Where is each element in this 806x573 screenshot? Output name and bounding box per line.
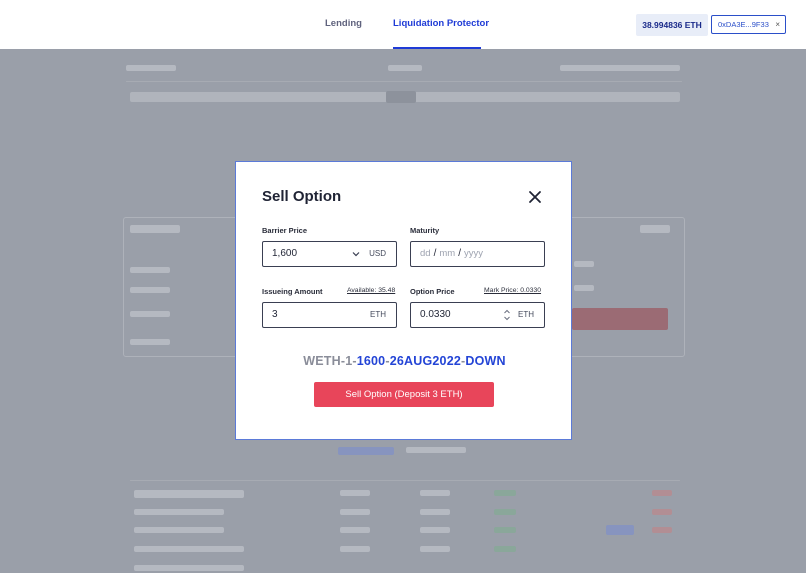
bg-strip	[560, 65, 680, 71]
issuing-amount-value: 3	[272, 309, 278, 320]
date-month: mm	[439, 248, 456, 259]
bg-strip	[652, 527, 672, 533]
option-price-unit: ETH	[518, 310, 534, 319]
maturity-label: Maturity	[410, 226, 440, 235]
bg-strip	[134, 546, 244, 552]
bg-strip	[494, 527, 516, 533]
top-nav: Lending Liquidation Protector 38.994836 …	[0, 0, 806, 49]
barrier-price-select[interactable]: 1,600 USD	[262, 241, 397, 267]
bg-divider	[130, 480, 680, 481]
sell-option-button[interactable]: Sell Option (Deposit 3 ETH)	[314, 382, 494, 407]
bg-strip	[130, 287, 170, 293]
bg-strip	[574, 285, 594, 291]
date-day: dd	[420, 248, 431, 259]
bg-strip	[126, 65, 176, 71]
bg-strip	[420, 546, 450, 552]
barrier-price-unit: USD	[369, 249, 386, 258]
bg-strip	[134, 509, 224, 515]
option-price-label: Option Price	[410, 287, 455, 296]
option-price-input[interactable]: 0.0330 ETH	[410, 302, 545, 328]
wallet-address: 0xDA3E...9F33	[718, 20, 769, 29]
bg-strip	[130, 311, 170, 317]
bg-strip	[338, 447, 394, 455]
active-tab-indicator	[393, 47, 481, 49]
bg-strip	[388, 65, 422, 71]
bg-strip	[386, 91, 416, 103]
bg-strip	[494, 546, 516, 552]
issuing-amount-unit: ETH	[370, 310, 386, 319]
wallet-address-button[interactable]: 0xDA3E...9F33 ×	[711, 15, 786, 34]
tab-liquidation-protector[interactable]: Liquidation Protector	[393, 0, 489, 49]
bg-strip	[340, 546, 370, 552]
bg-strip	[340, 490, 370, 496]
stepper-icon[interactable]	[503, 307, 511, 323]
sell-option-dialog: Sell Option Barrier Price 1,600 USD Matu…	[235, 161, 572, 440]
bg-strip	[640, 225, 670, 233]
date-separator: /	[458, 248, 461, 259]
bg-strip	[340, 509, 370, 515]
bg-strip	[130, 267, 170, 273]
close-icon[interactable]	[527, 189, 543, 205]
bg-strip	[134, 490, 244, 498]
bg-button	[572, 308, 668, 330]
bg-strip	[420, 509, 450, 515]
option-expiry: 26AUG2022	[389, 354, 461, 368]
bg-strip	[340, 527, 370, 533]
bg-strip	[130, 225, 180, 233]
option-strike: 1600	[356, 354, 386, 368]
maturity-date-placeholder: dd / mm / yyyy	[420, 242, 483, 266]
bg-strip	[134, 565, 244, 571]
dialog-title: Sell Option	[262, 188, 342, 205]
option-prefix: WETH-1-	[303, 354, 357, 368]
bg-strip	[494, 490, 516, 496]
barrier-price-label: Barrier Price	[262, 226, 308, 235]
mark-price-link[interactable]: Mark Price: 0.0330	[484, 287, 541, 294]
available-amount-link[interactable]: Available: 35.48	[347, 287, 395, 294]
eth-balance: 38.994836 ETH	[636, 14, 708, 36]
bg-strip	[652, 490, 672, 496]
bg-strip	[494, 509, 516, 515]
option-direction: DOWN	[465, 354, 506, 368]
date-year: yyyy	[463, 248, 483, 259]
issuing-amount-label: Issueing Amount	[262, 287, 323, 296]
bg-strip	[574, 261, 594, 267]
bg-strip	[420, 490, 450, 496]
tab-lending[interactable]: Lending	[325, 0, 362, 49]
bg-strip	[134, 527, 224, 533]
disconnect-icon[interactable]: ×	[775, 16, 780, 33]
bg-divider	[126, 81, 682, 82]
bg-strip	[652, 509, 672, 515]
issuing-amount-input[interactable]: 3 ETH	[262, 302, 397, 328]
bg-strip	[420, 527, 450, 533]
option-price-value: 0.0330	[420, 309, 451, 320]
bg-strip	[406, 447, 466, 453]
maturity-date-input[interactable]: dd / mm / yyyy	[410, 241, 545, 267]
barrier-price-value: 1,600	[272, 248, 298, 259]
option-identifier: WETH-1-1600-26AUG2022-DOWN	[236, 354, 573, 368]
chevron-down-icon	[352, 252, 360, 257]
bg-strip	[130, 339, 170, 345]
bg-strip	[606, 525, 634, 535]
